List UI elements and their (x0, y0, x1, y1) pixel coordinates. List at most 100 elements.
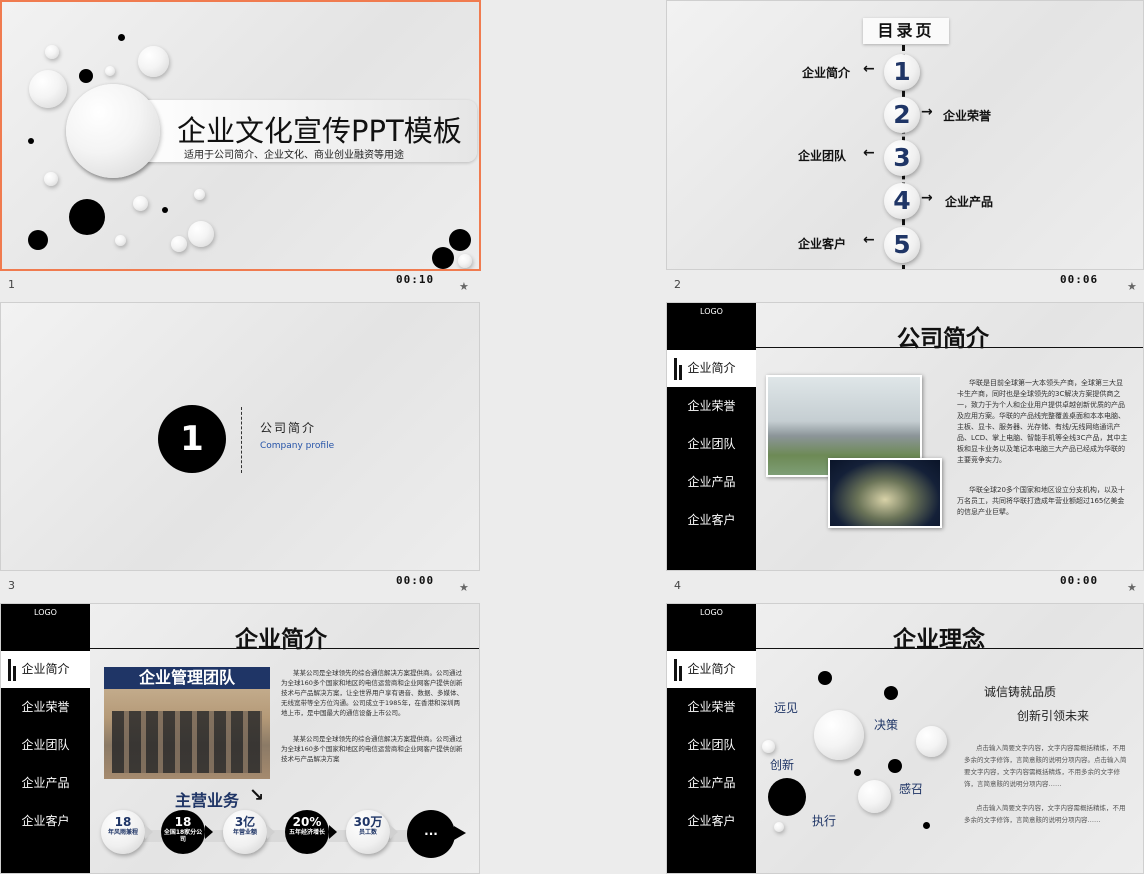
dot-decoration (118, 34, 125, 41)
bubble-decoration (105, 66, 115, 76)
stat-arrow (390, 825, 398, 839)
toc-label-2: 企业荣誉 (943, 109, 992, 123)
star-icon[interactable]: ★ (1127, 280, 1137, 293)
dot-decoration (432, 247, 454, 269)
sidebar-item-intro[interactable]: 企业简介 (1, 651, 90, 688)
bubble-decoration (188, 221, 214, 247)
stat-branches: 18 全国18家分公司 (161, 810, 205, 854)
logo-text: LOGO (700, 608, 723, 617)
word-juece: 决策 (874, 718, 899, 732)
bubble-decoration (458, 254, 472, 268)
sidebar-item-intro[interactable]: 企业简介 (667, 651, 756, 688)
star-icon[interactable]: ★ (459, 581, 469, 594)
word-zhixing: 执行 (812, 814, 837, 828)
slide-thumbnail-1[interactable]: 企业文化宣传PPT模板 适用于公司简介、企业文化、商业创业融资等用途 (0, 0, 481, 271)
sidebar-item-honor[interactable]: 企业荣誉 (667, 388, 756, 425)
slide-timing: 00:00 (1060, 574, 1099, 587)
sidebar-item-clients[interactable]: 企业客户 (667, 803, 756, 840)
bubble-decoration (29, 70, 67, 108)
slide-title: 企业理念 (893, 627, 985, 653)
slide-number: 3 (8, 579, 15, 592)
slide-number: 4 (674, 579, 681, 592)
sidebar-item-intro[interactable]: 企业简介 (667, 350, 756, 387)
dot-decoration (854, 769, 861, 776)
dot-decoration (449, 229, 471, 251)
slide-subtitle: 适用于公司简介、企业文化、商业创业融资等用途 (184, 150, 404, 161)
stat-years: 18 年风雨兼程 (101, 810, 145, 854)
section-subtitle: Company profile (260, 441, 335, 451)
sidebar-item-products[interactable]: 企业产品 (1, 765, 90, 802)
stat-arrow (454, 826, 466, 840)
intro-paragraph-1: 华联是目前全球第一大本领头产商，全球第三大显卡生产商，同时也是全球领先的3C解决… (957, 379, 1128, 464)
sidebar-item-clients[interactable]: 企业客户 (667, 502, 756, 539)
stat-growth: 20% 五年经济增长 (285, 810, 329, 854)
toc-number-1: 1 (884, 54, 920, 90)
arrow-right-icon: → (921, 190, 933, 206)
large-bubble (66, 84, 160, 178)
philosophy-paragraph-2: 点击输入简要文字内容，文字内容需概括精炼，不用多余的文字修饰，言简意赅的说明分项… (964, 804, 1126, 824)
sidebar-item-team[interactable]: 企业团队 (667, 727, 756, 764)
slide-thumbnail-4[interactable]: LOGO 企业简介 企业荣誉 企业团队 企业产品 企业客户 公司简介 华联是目前… (666, 302, 1144, 571)
slide-thumbnail-6[interactable]: LOGO 企业简介 企业荣誉 企业团队 企业产品 企业客户 企业理念 远见 决策… (666, 603, 1144, 874)
dot-decoration (818, 671, 832, 685)
dot-decoration (768, 778, 806, 816)
star-icon[interactable]: ★ (459, 280, 469, 293)
stat-arrow (329, 825, 337, 839)
slide-thumbnail-5[interactable]: LOGO 企业简介 企业荣誉 企业团队 企业产品 企业客户 企业简介 企业管理团… (0, 603, 480, 874)
dot-decoration (923, 822, 930, 829)
bubble-decoration (138, 46, 169, 77)
bubble-decoration (916, 726, 947, 757)
logo-text: LOGO (700, 307, 723, 316)
stat-arrow (145, 825, 153, 839)
night-building-photo (828, 458, 942, 528)
sidebar-item-honor[interactable]: 企业荣誉 (1, 689, 90, 726)
team-people (112, 711, 262, 773)
dot-decoration (888, 759, 902, 773)
dot-decoration (28, 230, 48, 250)
business-heading: 主营业务 (175, 791, 240, 810)
intro-paragraph-2: 某某公司是全球领先的综合通信解决方案提供商。公司通过为全球160多个国家和地区的… (281, 735, 463, 763)
dot-decoration (884, 686, 898, 700)
bubble-decoration (133, 196, 148, 211)
slide-thumbnail-3[interactable]: 1 公司简介 Company profile (0, 302, 480, 571)
section-divider (241, 407, 242, 473)
dot-decoration (28, 138, 34, 144)
arrow-left-icon: ← (863, 61, 875, 77)
sidebar-item-team[interactable]: 企业团队 (1, 727, 90, 764)
bubble-decoration (45, 45, 59, 59)
team-photo: 企业管理团队 (104, 667, 270, 779)
stat-revenue: 3亿 年营业额 (223, 810, 267, 854)
arrow-right-icon: → (921, 104, 933, 120)
intro-paragraph-2: 华联全球20多个国家和地区设立分支机构，以及十万名员工，共同将华联打造成年营业额… (957, 486, 1125, 516)
logo: LOGO (1, 604, 90, 648)
sidebar-item-clients[interactable]: 企业客户 (1, 803, 90, 840)
logo-text: LOGO (34, 608, 57, 617)
toc-label-1: 企业简介 (802, 66, 851, 80)
toc-number-4: 4 (884, 183, 920, 219)
bubble-decoration (762, 740, 775, 753)
bubble-decoration (858, 780, 891, 813)
word-chuangxin: 创新 (770, 758, 795, 772)
star-icon[interactable]: ★ (1127, 581, 1137, 594)
arrow-left-icon: ← (863, 232, 875, 248)
sidebar: LOGO 企业简介 企业荣誉 企业团队 企业产品 企业客户 (667, 604, 756, 873)
slide-timing: 00:10 (396, 273, 435, 286)
sidebar-item-products[interactable]: 企业产品 (667, 765, 756, 802)
philosophy-paragraph-1: 点击输入简要文字内容，文字内容需概括精炼，不用多余的文字修饰，言简意赅的说明分项… (964, 744, 1127, 788)
slide-thumbnail-2[interactable]: 目录页 1 企业简介 ← 2 → 企业荣誉 3 企业团队 ← 4 → 企业产品 … (666, 0, 1144, 270)
intro-paragraph-1: 某某公司是全球领先的综合通信解决方案提供商。公司通过为全球160多个国家和地区的… (281, 669, 463, 717)
slide-number: 1 (8, 278, 15, 291)
sidebar-item-team[interactable]: 企业团队 (667, 426, 756, 463)
slide-timing: 00:00 (396, 574, 435, 587)
stat-more: ... (407, 810, 455, 858)
section-number: 1 (158, 405, 226, 473)
bubble-decoration (171, 236, 187, 252)
toc-number-3: 3 (884, 140, 920, 176)
bubble-decoration (194, 189, 205, 200)
sidebar-item-honor[interactable]: 企业荣誉 (667, 689, 756, 726)
dot-decoration (79, 69, 93, 83)
toc-label-4: 企业产品 (945, 195, 994, 209)
toc-number-5: 5 (884, 227, 920, 263)
bubble-decoration (44, 172, 58, 186)
sidebar-item-products[interactable]: 企业产品 (667, 464, 756, 501)
